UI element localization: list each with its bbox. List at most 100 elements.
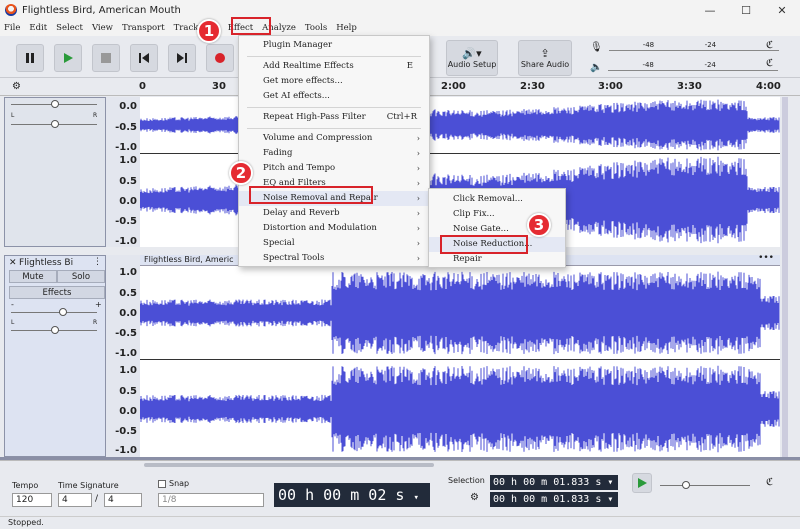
playback-meter[interactable]: 🔈 -48 -24 [590, 60, 780, 74]
menu-item-special[interactable]: Special › [239, 236, 429, 251]
scale-label: -1.0 [115, 142, 137, 153]
menu-view[interactable]: View [92, 23, 113, 33]
menu-item-get-more-effects[interactable]: Get more effects... [239, 74, 429, 89]
scale-label: 1.0 [119, 365, 137, 376]
menu-item-plugin-manager[interactable]: Plugin Manager [239, 38, 429, 53]
share-icon: ⇪ [540, 47, 550, 60]
time-display[interactable]: 00 h 00 m 02 s ▾ [274, 483, 430, 507]
gain-slider-handle[interactable] [51, 100, 59, 108]
pause-icon [26, 53, 34, 63]
time-tick: 2:00 [441, 81, 466, 92]
snap-dropdown[interactable]: 1/8 [158, 493, 264, 507]
skip-start-button[interactable] [130, 44, 158, 72]
record-icon [215, 53, 225, 63]
track-name[interactable]: Flightless Bi [19, 258, 73, 268]
skip-end-icon [177, 53, 187, 63]
close-track-icon[interactable]: ✕ [9, 258, 17, 268]
meter-menu-icon[interactable]: ℭ [766, 58, 773, 69]
skip-end-button[interactable] [168, 44, 196, 72]
clip-menu-icon[interactable]: ••• [758, 255, 774, 263]
menu-help[interactable]: Help [336, 23, 357, 33]
scale-label: 1.0 [119, 267, 137, 278]
highlight-noise-reduction [440, 235, 528, 254]
gain-slider-handle[interactable] [59, 308, 67, 316]
audio-setup-button[interactable]: 🔊▾ Audio Setup [446, 40, 498, 76]
play-icon [64, 53, 73, 63]
menu-item-get-ai-effects[interactable]: Get AI effects... [239, 89, 429, 104]
selection-start[interactable]: 00 h 00 m 01.833 s ▾ [490, 475, 618, 490]
bottom-toolbar: Tempo 120 Time Signature 4 / 4 Snap 1/8 … [0, 460, 800, 516]
menu-item-click-removal[interactable]: Click Removal... [429, 192, 565, 207]
time-signature-numerator[interactable]: 4 [58, 493, 92, 507]
scale-label: -0.5 [115, 426, 137, 437]
time-signature-denominator[interactable]: 4 [104, 493, 142, 507]
selection-gear-icon[interactable]: ⚙ [470, 492, 479, 503]
menu-item-volume-and-compression[interactable]: Volume and Compression › [239, 131, 429, 146]
menu-item-delay-and-reverb[interactable]: Delay and Reverb › [239, 206, 429, 221]
play-at-speed-button[interactable] [632, 473, 652, 493]
time-tick: 3:00 [598, 81, 623, 92]
window-title: Flightless Bird, American Mouth [22, 4, 181, 16]
submenu-arrow-icon: › [416, 194, 420, 203]
play-button[interactable] [54, 44, 82, 72]
submenu-arrow-icon: › [416, 209, 420, 218]
status-text: Stopped. [8, 518, 44, 527]
record-meter[interactable]: 🎙 -48 -24 [590, 40, 780, 54]
record-button[interactable] [206, 44, 234, 72]
menu-item-repair[interactable]: Repair [429, 252, 565, 267]
stop-button[interactable] [92, 44, 120, 72]
pan-slider-handle[interactable] [51, 326, 59, 334]
selection-end[interactable]: 00 h 00 m 01.833 s ▾ [490, 492, 618, 507]
scale-label: -0.5 [115, 216, 137, 227]
audio-setup-label: Audio Setup [447, 60, 497, 69]
tempo-input[interactable]: 120 [12, 493, 52, 507]
menu-item-repeat-high-pass-filter[interactable]: Repeat High-Pass Filter Ctrl+R [239, 110, 429, 125]
scale-label: 0.5 [119, 386, 137, 397]
speaker-icon: 🔊▾ [462, 47, 482, 60]
gain-plus-label: + [95, 300, 102, 309]
skip-start-icon [139, 53, 149, 63]
step-badge-3: 3 [527, 213, 551, 237]
track-menu-icon[interactable]: ⋮ [93, 257, 102, 267]
waveform-path [140, 99, 780, 151]
minimize-button[interactable]: — [692, 0, 728, 20]
track1-control-panel[interactable]: L R [4, 97, 106, 247]
track1-amplitude-scale: 0.0 -0.5 -1.0 1.0 0.5 0.0 -0.5 -1.0 [106, 97, 140, 247]
audacity-logo-icon [5, 4, 17, 16]
close-button[interactable]: ✕ [764, 0, 800, 20]
time-tick: 30 [212, 81, 226, 92]
meter-menu-icon[interactable]: ℭ [766, 40, 773, 51]
pause-button[interactable] [16, 44, 44, 72]
menu-file[interactable]: File [4, 23, 20, 33]
menu-select[interactable]: Select [56, 23, 83, 33]
menu-transport[interactable]: Transport [122, 23, 165, 33]
track2-left-channel-waveform [140, 271, 780, 355]
playback-speed-slider[interactable] [660, 485, 750, 486]
meter-tick: -48 [642, 61, 654, 69]
playback-speed-handle[interactable] [682, 481, 690, 489]
menu-item-distortion-and-modulation[interactable]: Distortion and Modulation › [239, 221, 429, 236]
share-audio-button[interactable]: ⇪ Share Audio [518, 40, 572, 76]
time-tick: 3:30 [677, 81, 702, 92]
menu-item-spectral-tools[interactable]: Spectral Tools › [239, 251, 429, 266]
menu-item-add-realtime-effects[interactable]: Add Realtime Effects E [239, 59, 429, 74]
track2-waveform[interactable]: Flightless Bird, Americ ••• [140, 255, 780, 457]
menu-edit[interactable]: Edit [29, 23, 47, 33]
submenu-arrow-icon: › [416, 164, 420, 173]
step-badge-2: 2 [229, 161, 253, 185]
gear-icon[interactable]: ⚙ [12, 81, 21, 92]
track2-control-panel[interactable]: ✕ Flightless Bi ⋮ Mute Solo Effects - + … [4, 255, 106, 457]
menu-tools[interactable]: Tools [305, 23, 327, 33]
snap-checkbox[interactable] [158, 480, 166, 488]
effects-button[interactable]: Effects [9, 286, 105, 299]
maximize-button[interactable]: ☐ [728, 0, 764, 20]
menu-item-pitch-and-tempo[interactable]: Pitch and Tempo › [239, 161, 429, 176]
solo-button[interactable]: Solo [57, 270, 105, 283]
menu-bar: File Edit Select View Transport Tracks E… [0, 20, 800, 36]
horizontal-scrollbar[interactable] [144, 463, 434, 467]
mute-button[interactable]: Mute [9, 270, 57, 283]
vertical-scrollbar[interactable] [782, 97, 788, 457]
pan-slider-handle[interactable] [51, 120, 59, 128]
speed-menu-icon[interactable]: ℭ [766, 477, 773, 488]
menu-item-fading[interactable]: Fading › [239, 146, 429, 161]
